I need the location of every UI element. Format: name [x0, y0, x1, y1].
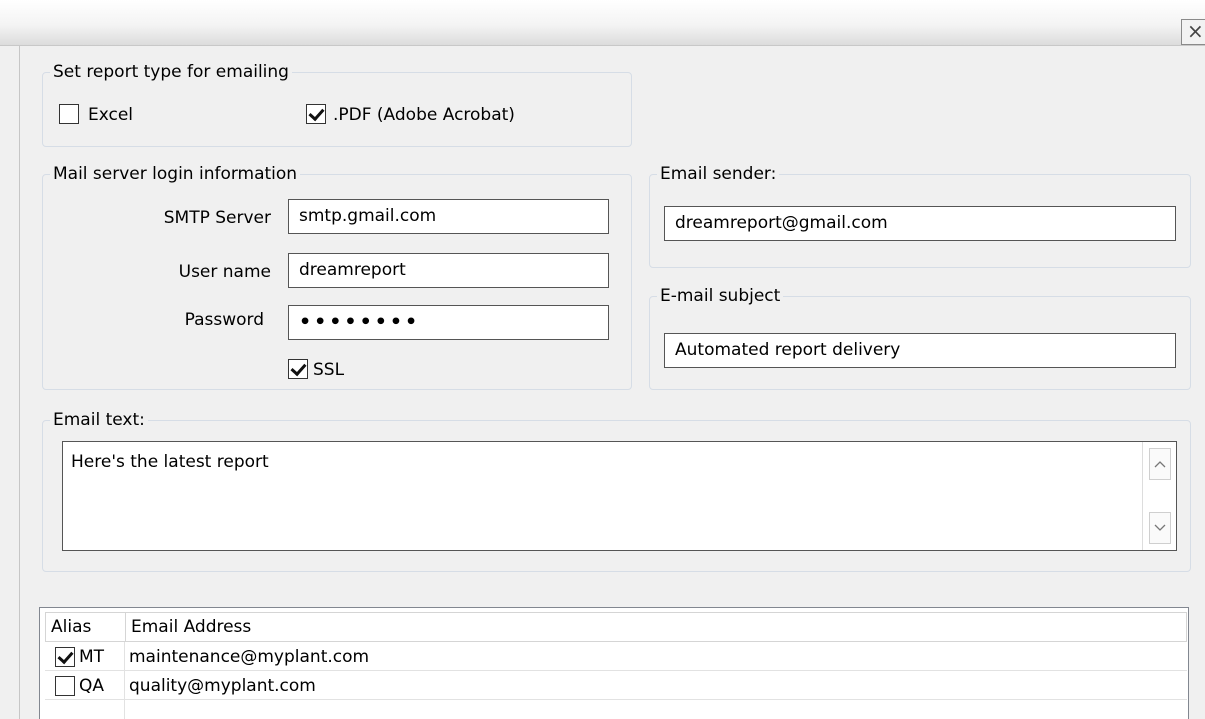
pdf-checkbox[interactable]: [306, 104, 326, 124]
email-text-legend: Email text:: [50, 409, 148, 431]
scroll-up-icon: [1154, 461, 1166, 468]
email-subject-field[interactable]: Automated report delivery: [664, 333, 1176, 368]
smtp-server-field[interactable]: smtp.gmail.com: [288, 199, 609, 234]
username-label: User name: [178, 262, 271, 282]
email-text-area[interactable]: Here's the latest report: [62, 441, 1177, 551]
mail-server-legend: Mail server login information: [50, 163, 301, 185]
table-header: Alias Email Address: [45, 612, 1187, 642]
email-sender-group: Email sender: dreamreport@gmail.com: [649, 163, 1191, 268]
password-field[interactable]: ••••••••: [288, 305, 609, 340]
excel-label[interactable]: Excel: [88, 104, 133, 126]
alias-column-header[interactable]: Alias: [46, 613, 91, 641]
smtp-server-label: SMTP Server: [163, 208, 271, 228]
password-label: Password: [184, 310, 264, 330]
email-sender-field[interactable]: dreamreport@gmail.com: [664, 206, 1176, 241]
row-email: maintenance@myplant.com: [129, 647, 370, 667]
scroll-down-icon: [1154, 524, 1166, 531]
ssl-label[interactable]: SSL: [313, 359, 344, 381]
recipients-table: Alias Email Address MT maintenance@mypla…: [39, 607, 1189, 719]
mail-server-group: Mail server login information SMTP Serve…: [42, 163, 632, 390]
row-checkbox[interactable]: [55, 676, 75, 696]
email-text-scrollbar[interactable]: [1142, 442, 1176, 550]
row-checkbox[interactable]: [55, 647, 75, 667]
row-email: quality@myplant.com: [129, 676, 316, 696]
close-button[interactable]: ×: [1181, 19, 1205, 45]
close-icon: ×: [1187, 19, 1204, 43]
left-divider: [19, 46, 20, 719]
row-alias: MT: [79, 647, 105, 667]
email-column-header[interactable]: Email Address: [126, 613, 251, 641]
email-text-content: Here's the latest report: [71, 452, 269, 472]
pdf-label[interactable]: .PDF (Adobe Acrobat): [333, 104, 515, 126]
table-row[interactable]: QA quality@myplant.com: [45, 672, 1187, 700]
report-type-legend: Set report type for emailing: [50, 61, 292, 83]
scroll-up-button[interactable]: [1149, 448, 1171, 480]
table-row[interactable]: MT maintenance@myplant.com: [45, 643, 1187, 671]
row-alias: QA: [79, 676, 105, 696]
dialog-title-bar: [0, 0, 1205, 46]
email-sender-legend: Email sender:: [657, 163, 780, 185]
excel-checkbox[interactable]: [59, 104, 79, 124]
ssl-checkbox[interactable]: [288, 359, 308, 379]
report-type-group: Set report type for emailing Excel .PDF …: [42, 61, 632, 147]
username-field[interactable]: dreamreport: [288, 253, 609, 288]
scroll-down-button[interactable]: [1149, 512, 1171, 544]
email-subject-group: E-mail subject Automated report delivery: [649, 285, 1191, 390]
email-subject-legend: E-mail subject: [657, 285, 784, 307]
email-text-group: Email text: Here's the latest report: [42, 409, 1191, 572]
